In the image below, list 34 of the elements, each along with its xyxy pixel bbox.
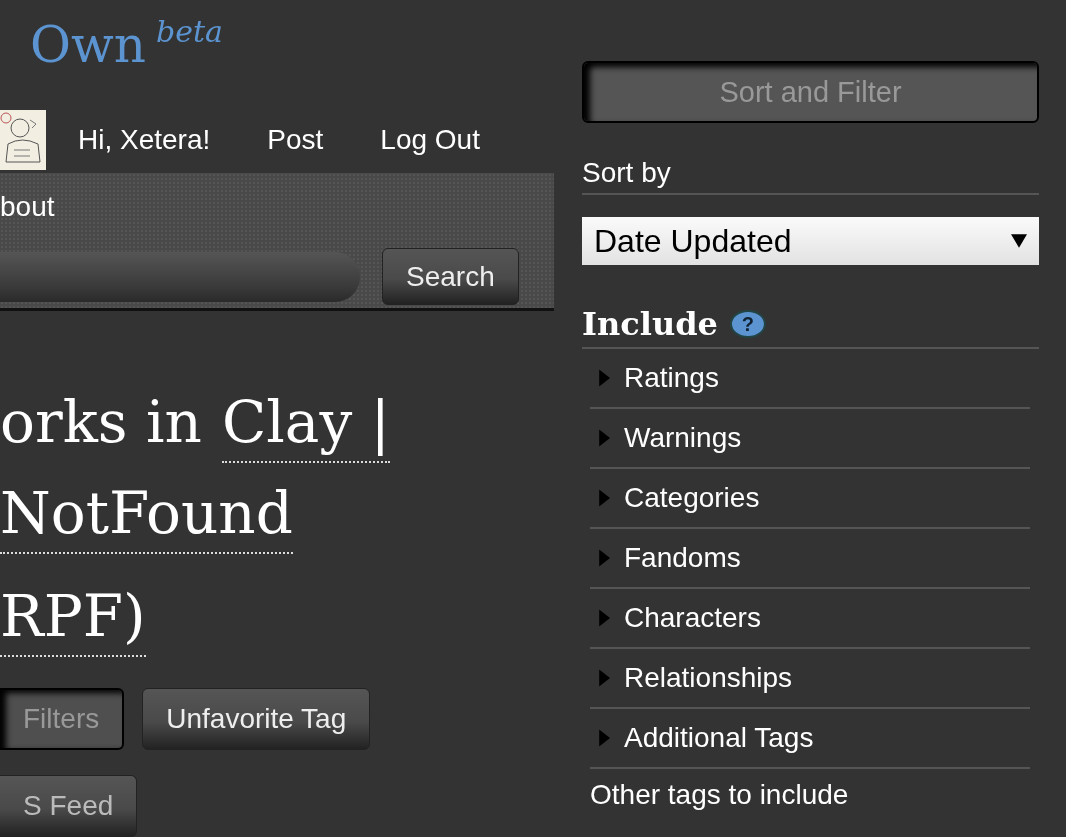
filter-group-toggle[interactable]: Characters (590, 589, 1030, 649)
site-logo-text[interactable]: Own (30, 20, 146, 70)
beta-label: beta (156, 14, 223, 49)
filter-group-toggle[interactable]: Relationships (590, 649, 1030, 709)
tag-link[interactable]: Clay | (221, 383, 391, 463)
action-button[interactable]: Unfavorite Tag (142, 688, 371, 750)
search-field[interactable] (0, 251, 360, 302)
expand-arrow-icon (598, 609, 610, 627)
section-title: Include (582, 305, 718, 343)
filter-group-toggle[interactable]: Additional Tags (590, 709, 1030, 769)
sort-label: Sort by (582, 157, 1039, 195)
field-label: Other tags to include (590, 779, 850, 811)
feed-button[interactable]: S Feed (0, 775, 138, 837)
expand-arrow-icon (598, 549, 610, 567)
expand-arrow-icon (598, 369, 610, 387)
filter-group-toggle[interactable]: Fandoms (590, 529, 1030, 589)
greeting-link[interactable]: Hi, Xetera! (78, 123, 211, 156)
caret-icon (1011, 233, 1027, 249)
filter-group-toggle[interactable]: Categories (590, 469, 1030, 529)
primary-nav-link[interactable]: bout (0, 191, 554, 223)
expand-arrow-icon (598, 489, 610, 507)
tag-link[interactable]: RPF) (0, 577, 146, 657)
heading-text: orks in (0, 387, 202, 458)
expand-arrow-icon (598, 429, 610, 447)
tag-link[interactable]: NotFound (0, 474, 293, 554)
expand-arrow-icon (598, 669, 610, 687)
search-button[interactable]: Search (382, 248, 519, 305)
user-nav-link[interactable]: Post (267, 123, 324, 156)
filter-group-toggle[interactable]: Ratings (590, 349, 1030, 409)
sort-dropdown[interactable]: Date Updated (582, 217, 1039, 265)
user-nav-link[interactable]: Log Out (380, 123, 480, 156)
expand-arrow-icon (598, 729, 610, 747)
filter-group-toggle[interactable]: Warnings (590, 409, 1030, 469)
help-icon[interactable]: ? (729, 310, 766, 338)
